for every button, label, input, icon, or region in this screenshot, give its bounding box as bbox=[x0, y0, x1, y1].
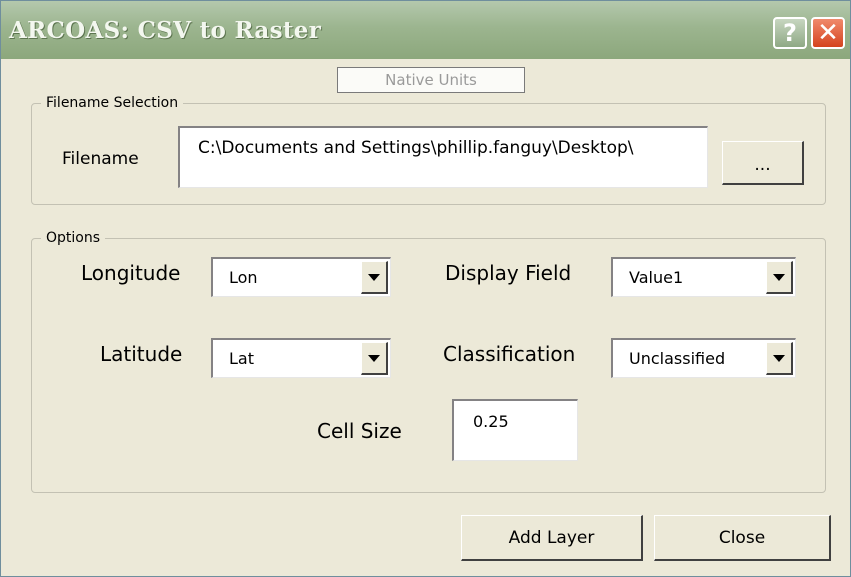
units-indicator: Native Units bbox=[337, 67, 525, 93]
display-field-dropdown-button[interactable] bbox=[766, 261, 793, 294]
filename-selection-legend: Filename Selection bbox=[41, 95, 184, 111]
classification-value: Unclassified bbox=[629, 349, 726, 368]
cell-size-input[interactable]: 0.25 bbox=[452, 399, 578, 461]
filename-value: C:\Documents and Settings\phillip.fanguy… bbox=[198, 138, 634, 158]
window-close-button[interactable]: ✕ bbox=[811, 17, 845, 49]
cell-size-value: 0.25 bbox=[473, 412, 509, 431]
help-button[interactable]: ? bbox=[773, 17, 807, 49]
filename-input[interactable]: C:\Documents and Settings\phillip.fanguy… bbox=[178, 126, 708, 188]
browse-label: ... bbox=[754, 155, 771, 175]
latitude-label: Latitude bbox=[100, 342, 183, 366]
close-button[interactable]: Close bbox=[654, 515, 831, 561]
chevron-down-icon bbox=[773, 273, 785, 281]
latitude-dropdown-button[interactable] bbox=[361, 342, 388, 375]
title-bar[interactable]: ARCOAS: CSV to Raster ? ✕ bbox=[1, 1, 850, 59]
options-legend: Options bbox=[41, 230, 106, 246]
latitude-select[interactable]: Lat bbox=[211, 338, 391, 378]
longitude-label: Longitude bbox=[81, 261, 181, 285]
longitude-dropdown-button[interactable] bbox=[361, 261, 388, 294]
close-icon: ✕ bbox=[817, 18, 839, 48]
display-field-label: Display Field bbox=[445, 261, 572, 285]
add-layer-button[interactable]: Add Layer bbox=[461, 515, 643, 561]
classification-select[interactable]: Unclassified bbox=[611, 338, 796, 378]
add-layer-label: Add Layer bbox=[508, 527, 595, 548]
cell-size-label: Cell Size bbox=[317, 419, 402, 443]
chevron-down-icon bbox=[368, 354, 380, 362]
longitude-value: Lon bbox=[229, 268, 258, 287]
chevron-down-icon bbox=[773, 354, 785, 362]
display-field-value: Value1 bbox=[629, 268, 684, 287]
latitude-value: Lat bbox=[229, 349, 254, 368]
classification-label: Classification bbox=[443, 342, 576, 366]
classification-dropdown-button[interactable] bbox=[766, 342, 793, 375]
display-field-select[interactable]: Value1 bbox=[611, 257, 796, 297]
browse-button[interactable]: ... bbox=[722, 141, 804, 185]
longitude-select[interactable]: Lon bbox=[211, 257, 391, 297]
chevron-down-icon bbox=[368, 273, 380, 281]
dialog-window: ARCOAS: CSV to Raster ? ✕ Native Units F… bbox=[0, 0, 851, 577]
help-icon: ? bbox=[783, 19, 797, 47]
window-title: ARCOAS: CSV to Raster bbox=[9, 17, 322, 44]
close-button-label: Close bbox=[718, 527, 766, 548]
filename-label: Filename bbox=[62, 149, 139, 169]
